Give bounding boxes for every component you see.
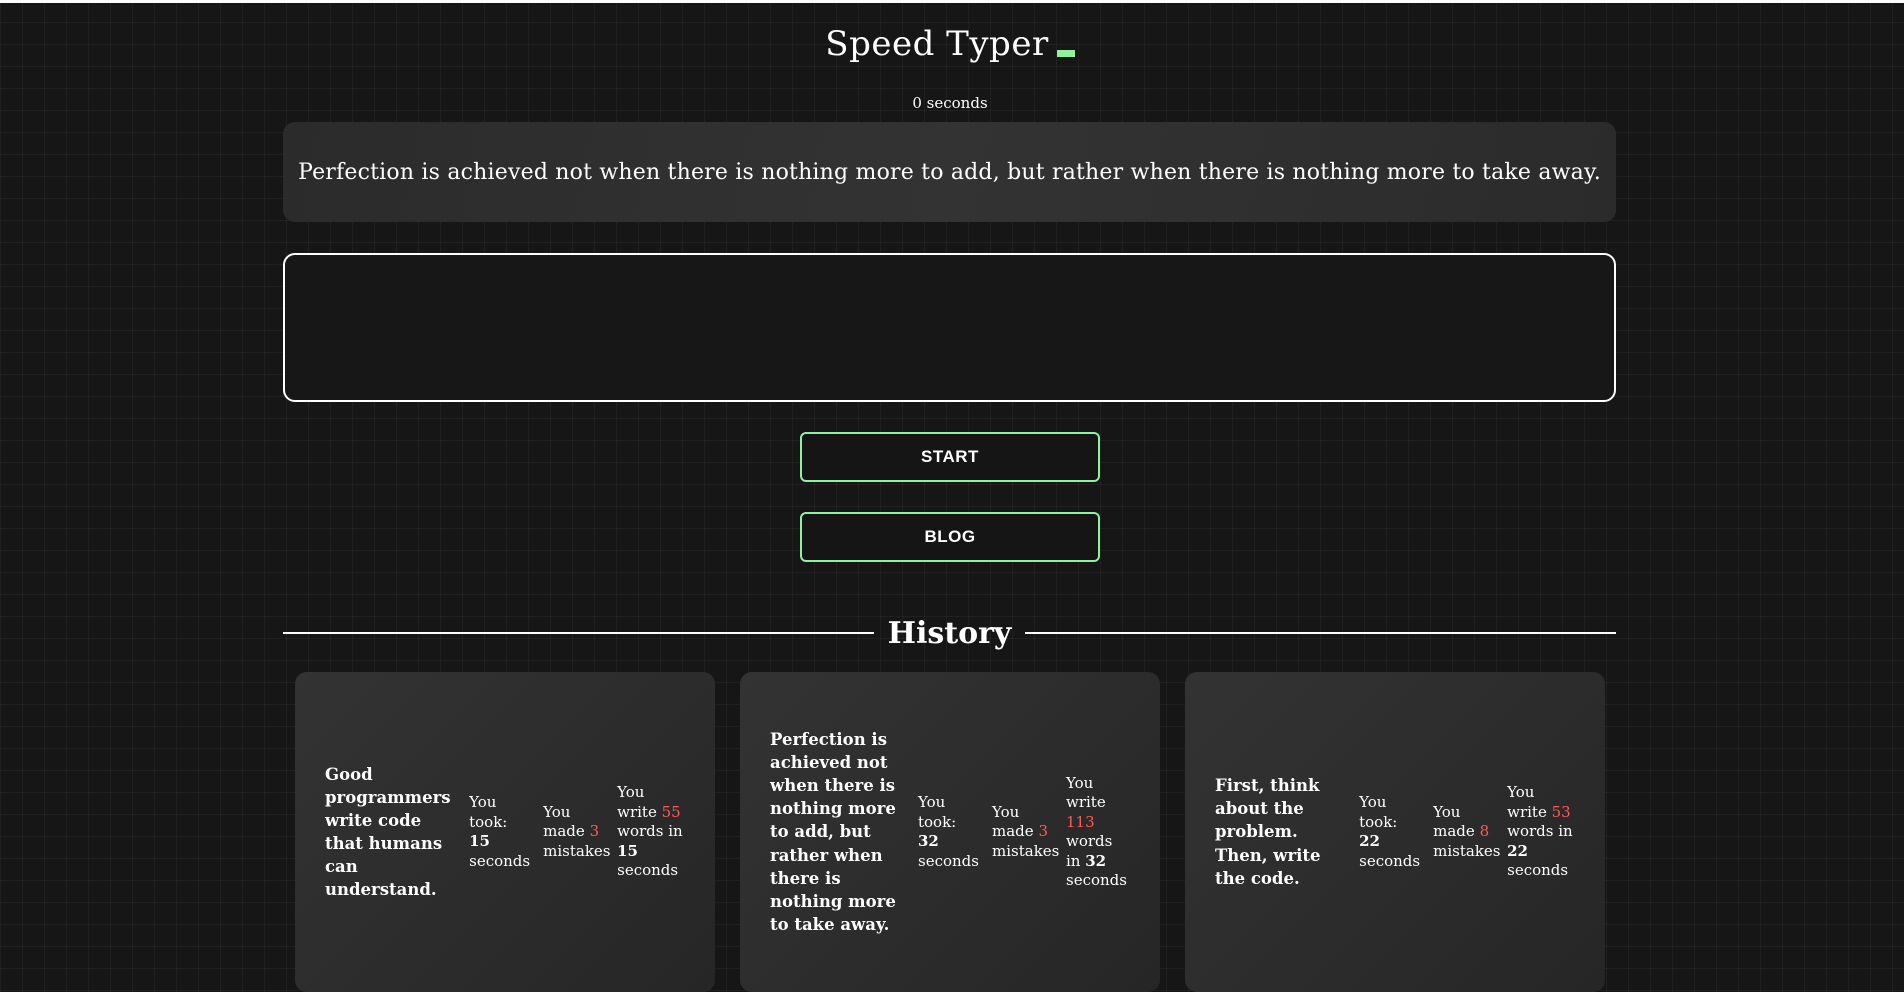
- blog-button[interactable]: BLOG: [800, 512, 1100, 562]
- words-time: 32: [1085, 851, 1107, 870]
- mistakes-label: You made: [1433, 802, 1475, 841]
- history-card-quote: Good programmers write code that humans …: [325, 764, 451, 900]
- words-mid: words in: [617, 822, 683, 841]
- divider-right: [1025, 632, 1616, 634]
- history-card-quote: Perfection is achieved not when there is…: [770, 730, 896, 934]
- quote-display: Perfection is achieved not when there is…: [283, 122, 1616, 222]
- history-card: Perfection is achieved not when there is…: [740, 672, 1160, 992]
- words-label: You write: [1066, 773, 1106, 812]
- words-value: 113: [1066, 812, 1095, 831]
- history-card-words: You write 53 words in 22 seconds: [1507, 783, 1577, 881]
- timer: 0 seconds: [0, 94, 1900, 112]
- mistakes-value: 8: [1479, 822, 1490, 841]
- quote-text: Perfection is achieved not when there is…: [298, 159, 1601, 185]
- mistakes-label: You made: [992, 802, 1034, 841]
- words-label: You write: [1507, 783, 1547, 821]
- words-time: 22: [1507, 841, 1528, 860]
- history-card-time: You took: 15 seconds: [469, 793, 531, 871]
- history-card-mistakes: You made 8 mistakes: [1433, 802, 1500, 862]
- words-unit: seconds: [1507, 861, 1569, 880]
- time-unit: seconds: [1359, 851, 1421, 870]
- history-card-words: You write 55 words in 15 seconds: [617, 783, 687, 881]
- time-label: You took:: [918, 793, 957, 831]
- time-unit: seconds: [918, 851, 979, 870]
- top-border: [0, 0, 1904, 3]
- divider-left: [283, 632, 874, 634]
- mistakes-unit: mistakes: [1433, 841, 1501, 860]
- time-value: 22: [1359, 832, 1380, 850]
- history-header: History: [283, 613, 1616, 653]
- history-title: History: [887, 615, 1012, 651]
- words-unit: seconds: [617, 861, 679, 880]
- timer-value: 0: [912, 94, 922, 112]
- words-time: 15: [617, 841, 638, 860]
- history-card-quote: First, think about the problem. Then, wr…: [1215, 776, 1321, 888]
- time-value: 32: [918, 832, 939, 850]
- time-label: You took:: [1359, 793, 1398, 831]
- history-card: First, think about the problem. Then, wr…: [1185, 672, 1605, 992]
- words-unit: seconds: [1066, 871, 1127, 889]
- words-value: 55: [661, 802, 681, 821]
- blinking-cursor-icon: [1056, 50, 1075, 57]
- timer-unit: seconds: [926, 94, 988, 112]
- mistakes-value: 3: [589, 822, 600, 841]
- time-label: You took:: [469, 793, 508, 831]
- words-mid: words in: [1507, 822, 1573, 841]
- history-card-mistakes: You made 3 mistakes: [543, 802, 610, 862]
- history-list: Good programmers write code that humans …: [295, 672, 1605, 992]
- history-card-time: You took: 32 seconds: [918, 793, 979, 871]
- history-card: Good programmers write code that humans …: [295, 672, 715, 992]
- history-card-mistakes: You made 3 mistakes: [992, 802, 1059, 862]
- words-value: 53: [1551, 802, 1571, 821]
- time-unit: seconds: [469, 851, 531, 870]
- start-button[interactable]: START: [800, 432, 1100, 482]
- time-value: 15: [469, 832, 490, 850]
- words-label: You write: [617, 783, 657, 821]
- header: Speed Typer: [0, 24, 1900, 64]
- history-card-words: You write 113 words in 32 seconds: [1066, 773, 1127, 891]
- history-card-time: You took: 22 seconds: [1359, 793, 1421, 871]
- typing-input[interactable]: [283, 253, 1616, 402]
- mistakes-unit: mistakes: [992, 841, 1060, 860]
- mistakes-unit: mistakes: [543, 841, 611, 860]
- mistakes-label: You made: [543, 802, 585, 841]
- mistakes-value: 3: [1038, 822, 1048, 841]
- app-title: Speed Typer: [825, 24, 1049, 64]
